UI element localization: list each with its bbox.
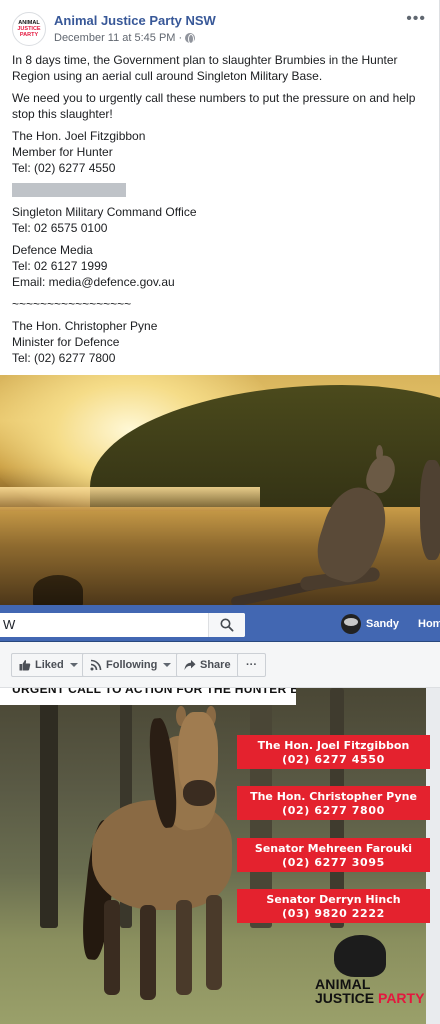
horse-leg [176,900,192,995]
post-card: ANIMAL JUSTICE PARTY Animal Justice Part… [0,0,440,375]
contact-line: The Hon. Joel Fitzgibbon [12,129,146,143]
contact-line: Tel: 02 6575 0100 [12,221,108,235]
more-actions-button[interactable]: ··· [237,653,266,677]
kangaroo-ear [376,445,383,461]
more-icon[interactable]: ••• [406,11,426,27]
post-meta: December 11 at 5:45 PM · [54,32,196,44]
post-body: In 8 days time, the Government plan to s… [12,52,422,372]
liked-label: Liked [35,659,64,671]
contact-block: The Hon. Joel Fitzgibbon Member for Hunt… [12,128,422,176]
avatar-text-red: JUSTICE PARTY [17,26,41,38]
globe-icon [185,33,196,44]
post-header: ANIMAL JUSTICE PARTY Animal Justice Part… [12,11,428,52]
horse-muzzle [183,780,215,806]
rss-icon [90,659,102,671]
animal-justice-party-logo: ANIMAL JUSTICE PARTY [312,935,424,1010]
horse-leg [140,905,156,1000]
page-avatar[interactable]: ANIMAL JUSTICE PARTY [12,12,46,46]
watermark-logo [33,575,83,607]
post-timestamp[interactable]: December 11 at 5:45 PM [54,32,175,44]
divider: ~~~~~~~~~~~~~~~~~ [12,297,132,311]
logo-text-justice: JUSTICE [315,990,375,1006]
poster-contact-box: Senator Mehreen Farouki (02) 6277 3095 [237,838,430,872]
poster-contact-box: The Hon. Christopher Pyne (02) 6277 7800 [237,786,430,820]
caret-down-icon [69,663,78,667]
poster-contact-name: The Hon. Christopher Pyne [250,790,417,803]
contact-line: Defence Media [12,243,93,257]
contact-block: The Hon. Christopher Pyne Minister for D… [12,318,422,366]
poster-banner: URGENT CALL TO ACTION FOR THE HUNTER BRU… [0,688,296,705]
contact-block: Defence Media Tel: 02 6127 1999 Email: m… [12,242,422,290]
logo-text: JUSTICE PARTY [315,991,424,1006]
more-actions-label: ··· [246,659,257,671]
kangaroo-second [420,460,440,560]
divider-text: ~~~~~~~~~~~~~~~~ [12,183,127,197]
share-label: Share [200,659,231,671]
contact-line: Tel: (02) 6277 7800 [12,351,116,365]
contact-block: Singleton Military Command Office Tel: 0… [12,204,422,236]
home-link[interactable]: Home [418,618,440,630]
share-button[interactable]: Share [176,653,239,677]
caret-down-icon [163,663,172,667]
following-label: Following [106,659,158,671]
poster-contact-name: Senator Mehreen Farouki [254,842,413,855]
search-icon [220,618,234,632]
poster-contact-phone: (02) 6277 7800 [282,804,385,817]
thumbs-up-icon [19,660,31,671]
contact-line: Tel: 02 6127 1999 [12,259,108,273]
avatar[interactable] [341,614,361,634]
page-name-link[interactable]: Animal Justice Party NSW [54,13,216,28]
poster-contact-phone: (03) 9820 2222 [282,907,385,920]
contact-line: Email: media@defence.gov.au [12,275,175,289]
horse-leg [206,895,222,990]
search-button[interactable] [208,613,245,637]
horse-leg [104,900,120,995]
poster-contact-name: Senator Derryn Hinch [266,893,401,906]
liked-button[interactable]: Liked [11,653,86,677]
page-actions-bar: Liked Following Share ··· [0,642,440,688]
contact-line: Singleton Military Command Office [12,205,197,219]
contact-line: Minister for Defence [12,335,120,349]
logo-text-party: PARTY [378,990,425,1006]
poster-contact-name: The Hon. Joel Fitzgibbon [257,739,410,752]
contact-line: Member for Hunter [12,145,113,159]
divider: ~~~~~~~~~~~~~~~~ [12,182,422,198]
contact-line: The Hon. Christopher Pyne [12,319,158,333]
post-paragraph: In 8 days time, the Government plan to s… [12,53,398,83]
poster-contact-phone: (02) 6277 4550 [282,753,385,766]
poster-contact-box: The Hon. Joel Fitzgibbon (02) 6277 4550 [237,735,430,769]
post-paragraph: We need you to urgently call these numbe… [12,91,416,121]
following-button[interactable]: Following [82,653,180,677]
australia-map-icon [334,935,386,977]
poster-banner-text: URGENT CALL TO ACTION FOR THE HUNTER BRU… [12,688,296,696]
wet-sand [0,487,260,511]
contact-line: Tel: (02) 6277 4550 [12,161,116,175]
tree-trunk [40,688,58,928]
poster-contact-box: Senator Derryn Hinch (03) 9820 2222 [237,889,430,923]
meta-separator: · [178,32,183,44]
share-arrow-icon [184,660,196,670]
poster-contact-phone: (02) 6277 3095 [282,856,385,869]
user-name-link[interactable]: Sandy [366,618,399,630]
